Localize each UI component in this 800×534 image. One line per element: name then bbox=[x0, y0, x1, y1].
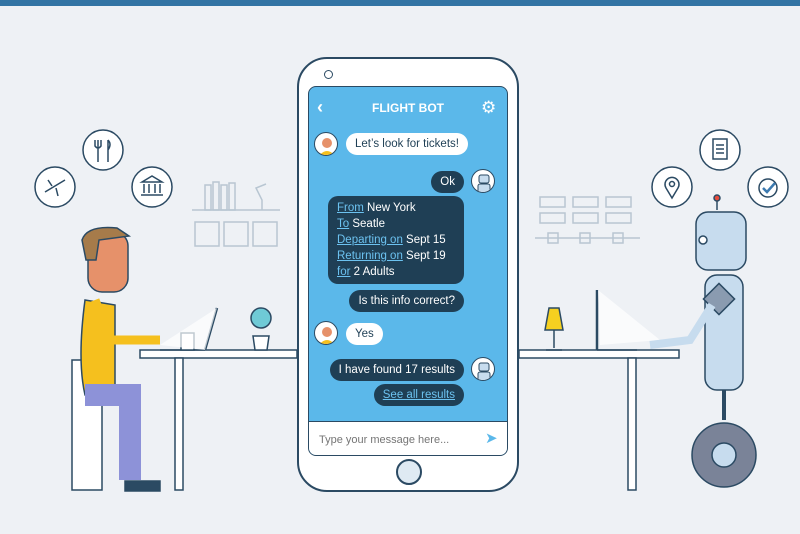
summary-row: To Seatle bbox=[337, 216, 455, 232]
trip-summary-bubble: From New York To Seatle Departing on Sep… bbox=[328, 196, 464, 284]
fork-knife-icon bbox=[82, 129, 124, 171]
bot-avatar bbox=[471, 169, 495, 193]
laptop-glow bbox=[160, 308, 217, 350]
chat-screen: ‹ FLIGHT BOT ⚙ Let’s look for tickets! O… bbox=[308, 86, 508, 456]
bank-icon bbox=[131, 166, 173, 208]
camera-icon bbox=[324, 70, 333, 79]
document-icon bbox=[699, 129, 741, 171]
user-avatar bbox=[314, 321, 338, 345]
user-avatar bbox=[314, 132, 338, 156]
departing-value: Sept 15 bbox=[402, 234, 446, 246]
send-icon[interactable]: ➤ bbox=[485, 429, 498, 447]
summary-row: Departing on Sept 15 bbox=[337, 232, 455, 248]
message-bubble: See all results bbox=[373, 384, 464, 406]
monitor-glow bbox=[598, 290, 660, 345]
phone: ‹ FLIGHT BOT ⚙ Let’s look for tickets! O… bbox=[297, 57, 519, 492]
returning-value: Sept 19 bbox=[402, 250, 446, 262]
robot bbox=[649, 194, 757, 488]
plane-icon bbox=[34, 166, 76, 208]
from-value: New York bbox=[363, 202, 416, 214]
summary-row: Returning on Sept 19 bbox=[337, 248, 455, 264]
home-button[interactable] bbox=[396, 459, 422, 485]
see-all-results-link[interactable]: See all results bbox=[383, 389, 455, 401]
passengers-value: 2 Adults bbox=[350, 266, 395, 278]
returning-link[interactable]: Returning on bbox=[337, 250, 403, 262]
passengers-link[interactable]: for bbox=[337, 266, 350, 278]
message-bubble: Let’s look for tickets! bbox=[346, 133, 468, 155]
checkmark-icon bbox=[747, 166, 789, 208]
right-desk bbox=[518, 290, 680, 491]
bot-avatar bbox=[471, 357, 495, 381]
chat-title: FLIGHT BOT bbox=[372, 101, 444, 115]
person bbox=[71, 226, 161, 492]
wall-shelf bbox=[192, 181, 280, 247]
message-bubble: Is this info correct? bbox=[349, 290, 464, 312]
composer: ➤ bbox=[309, 421, 507, 455]
to-value: Seatle bbox=[349, 218, 385, 230]
server-diagram bbox=[535, 196, 640, 244]
from-link[interactable]: From bbox=[337, 202, 364, 214]
message-input[interactable] bbox=[317, 430, 481, 450]
summary-row: for 2 Adults bbox=[337, 264, 455, 280]
gear-icon[interactable]: ⚙ bbox=[481, 97, 496, 119]
message-bubble: Yes bbox=[346, 323, 383, 345]
message-bubble: I have found 17 results bbox=[329, 359, 464, 381]
summary-row: From New York bbox=[337, 200, 455, 216]
location-pin-icon bbox=[651, 166, 693, 208]
left-desk bbox=[139, 307, 298, 491]
message-bubble: Ok bbox=[431, 171, 464, 193]
departing-link[interactable]: Departing on bbox=[337, 234, 403, 246]
to-link[interactable]: To bbox=[337, 218, 349, 230]
